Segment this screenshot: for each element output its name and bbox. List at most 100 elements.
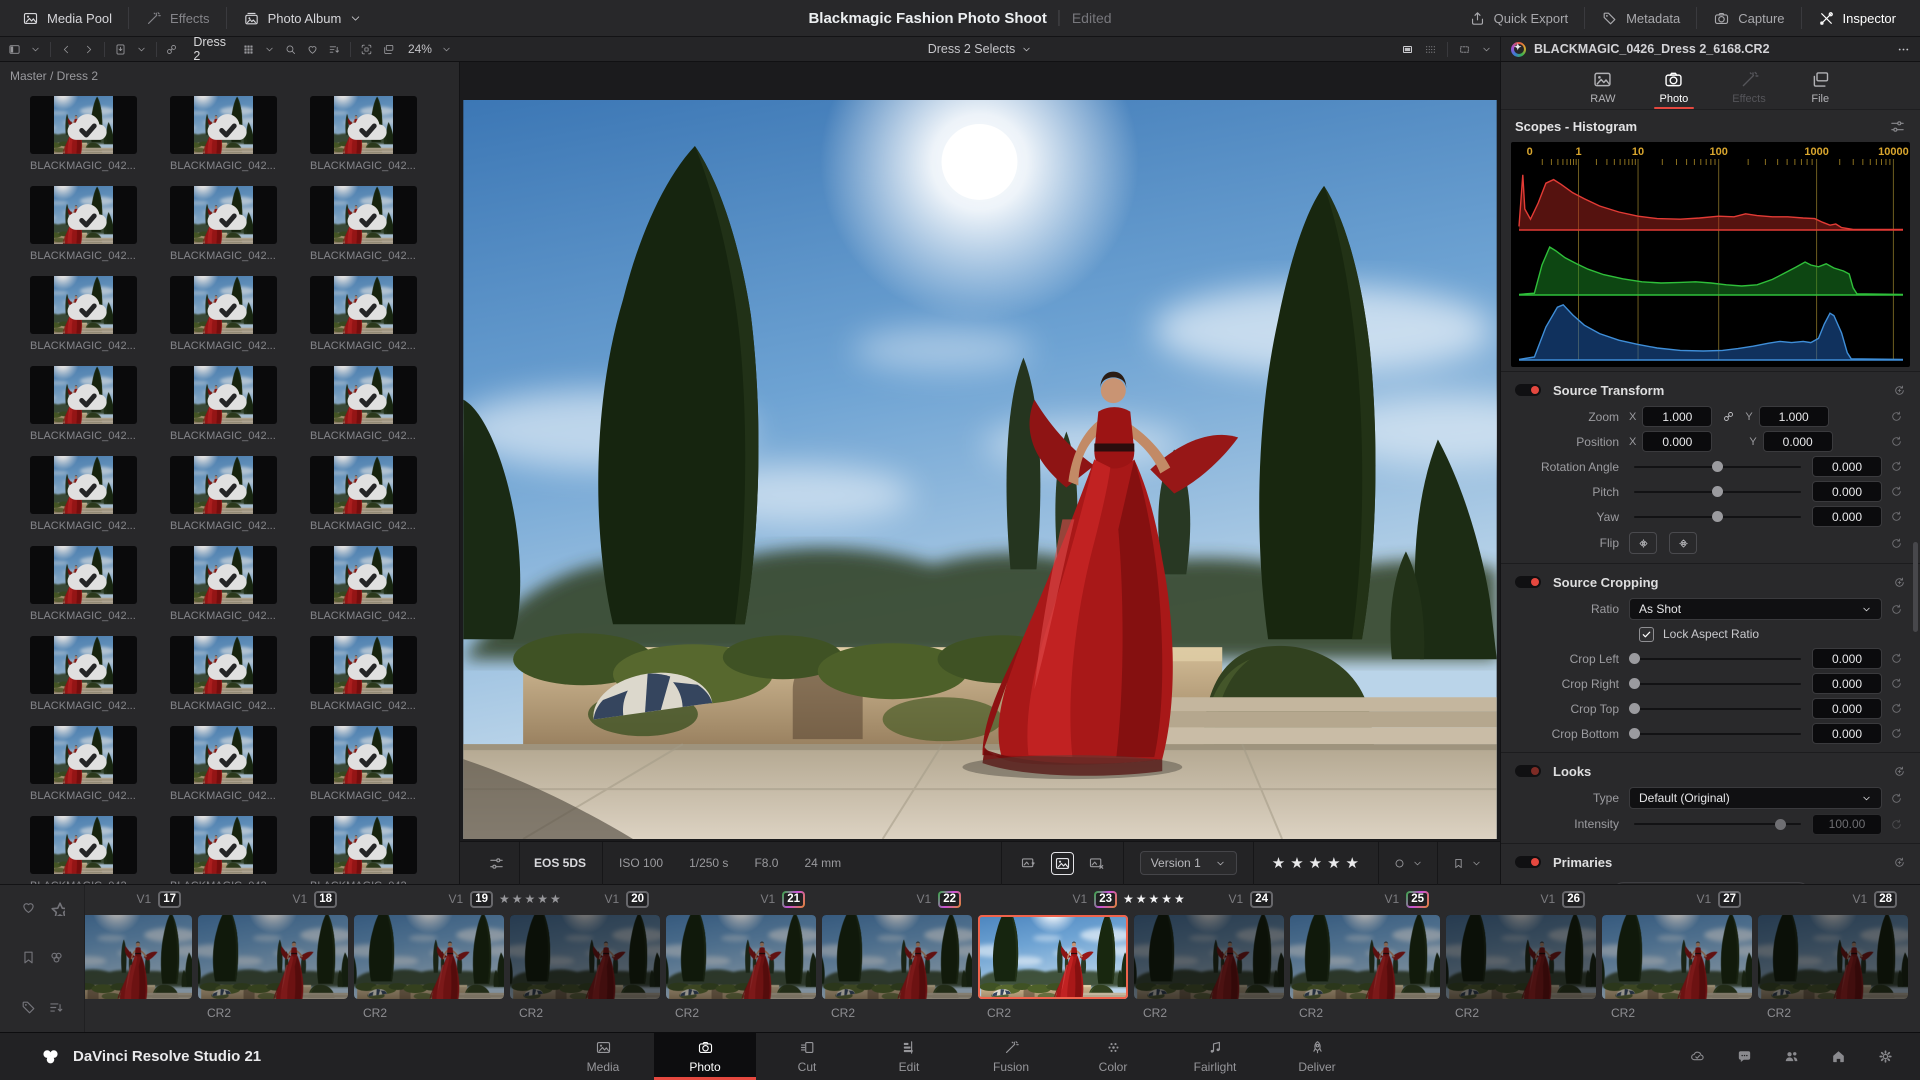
filmstrip-clip[interactable]: V1 18 CR2 [195,885,351,1032]
library-thumbnail[interactable] [310,636,417,694]
source-transform-toggle[interactable] [1515,384,1541,396]
yaw-field[interactable]: 0.000 [1812,506,1882,527]
library-thumbnail-item[interactable]: BLACKMAGIC_042... [30,546,137,622]
single-view-button[interactable] [1401,43,1414,56]
library-thumbnail-item[interactable]: BLACKMAGIC_042... [30,366,137,442]
rotation-angle-slider[interactable] [1634,461,1801,472]
quick-export-button[interactable]: Quick Export [1453,0,1584,36]
reset-section-icon[interactable] [1893,856,1906,869]
library-thumbnail-item[interactable]: BLACKMAGIC_042... [170,276,277,352]
library-thumbnail[interactable] [170,636,277,694]
library-thumbnail-item[interactable]: BLACKMAGIC_042... [310,276,417,352]
filmstrip-clip[interactable]: V1 23 ★★★★★ CR2 [975,885,1185,1032]
home-icon[interactable] [1830,1048,1847,1065]
version-selector[interactable]: Version 1 [1139,851,1237,875]
pick-reject-icon[interactable] [1088,855,1105,872]
page-tab-edit[interactable]: Edit [858,1033,960,1080]
library-thumbnail-item[interactable]: BLACKMAGIC_042... [170,456,277,532]
crop-bottom-field[interactable]: 0.000 [1812,723,1882,744]
clip-number-badge[interactable]: 19 [470,890,493,908]
library-thumbnail[interactable] [30,546,137,604]
clip-number-badge[interactable]: 28 [1874,890,1897,908]
page-tab-cut[interactable]: Cut [756,1033,858,1080]
library-thumbnail[interactable] [30,456,137,514]
zoom-x-field[interactable]: 1.000 [1642,406,1713,427]
crop-top-field[interactable]: 0.000 [1812,698,1882,719]
page-tab-media[interactable]: Media [552,1033,654,1080]
library-thumbnail[interactable] [30,816,137,874]
crop-right-field[interactable]: 0.000 [1812,673,1882,694]
enhance-icon[interactable]: ✦ [1511,41,1526,57]
library-thumbnail[interactable] [310,276,417,334]
library-thumbnail-item[interactable]: BLACKMAGIC_042... [30,816,137,884]
reset-row-icon[interactable] [1890,702,1908,715]
clip-thumbnail[interactable] [1134,915,1284,999]
fit-zoom-icon[interactable] [1458,43,1471,56]
reset-row-icon[interactable] [1890,510,1908,523]
crop-preview-icon[interactable] [360,43,373,56]
capture-button[interactable]: Capture [1697,0,1800,36]
library-thumbnail-item[interactable]: BLACKMAGIC_042... [170,546,277,622]
sort-icon[interactable] [48,999,65,1016]
library-thumbnail[interactable] [310,186,417,244]
pitch-field[interactable]: 0.000 [1812,481,1882,502]
flip-horizontal-button[interactable] [1629,532,1657,554]
pick-keep-button[interactable] [1050,851,1074,875]
favorite-filter-icon[interactable] [306,43,319,56]
reset-row-icon[interactable] [1890,485,1908,498]
reset-row-icon[interactable] [1890,460,1908,473]
library-thumbnail[interactable] [310,726,417,784]
position-y-field[interactable]: 0.000 [1762,431,1833,452]
look-intensity-field[interactable]: 100.00 [1812,813,1882,835]
yaw-slider[interactable] [1634,511,1801,522]
filmstrip-clip[interactable]: V1 20 CR2 [507,885,663,1032]
clip-thumbnail[interactable] [666,915,816,999]
library-thumbnail[interactable] [170,456,277,514]
media-pool-button[interactable]: Media Pool [6,0,128,36]
clip-number-badge[interactable]: 17 [158,890,181,908]
filmstrip-clip[interactable]: V1 28 CR2 [1755,885,1911,1032]
clip-thumbnail[interactable] [822,915,972,999]
crop-top-slider[interactable] [1628,703,1801,714]
auto-balance-button[interactable]: Auto Balance [1610,882,1811,884]
library-thumbnail-item[interactable]: BLACKMAGIC_042... [30,276,137,352]
clip-thumbnail[interactable] [354,915,504,999]
filmstrip-clip[interactable]: V1 27 CR2 [1599,885,1755,1032]
chevron-down-icon[interactable] [1412,858,1423,869]
clip-thumbnail[interactable] [198,915,348,999]
pick-favorite-icon[interactable] [1020,855,1037,872]
inspector-button[interactable]: Inspector [1802,0,1912,36]
flag-icon[interactable] [1452,857,1465,870]
crop-bottom-slider[interactable] [1628,728,1801,739]
cloud-sync-icon[interactable] [1689,1048,1706,1065]
crop-right-slider[interactable] [1628,678,1801,689]
library-thumbnail-item[interactable]: BLACKMAGIC_042... [30,186,137,262]
library-thumbnail[interactable] [30,186,137,244]
link-xy-icon[interactable] [1722,410,1735,423]
clip-number-badge[interactable]: 20 [626,890,649,908]
keyword-filter-icon[interactable] [20,999,37,1016]
adjustments-icon[interactable] [488,855,505,872]
page-tab-color[interactable]: Color [1062,1033,1164,1080]
filmstrip-clip[interactable]: V1 22 CR2 [819,885,975,1032]
look-type-dropdown[interactable]: Default (Original) [1629,787,1882,809]
filmstrip-clip[interactable]: V1 26 CR2 [1443,885,1599,1032]
library-thumbnail[interactable] [170,546,277,604]
scope-settings-icon[interactable] [1889,118,1906,135]
clip-thumbnail[interactable] [1290,915,1440,999]
collaboration-icon[interactable] [1783,1048,1800,1065]
grid-view-icon[interactable] [242,43,255,56]
collection-selector[interactable]: Dress 2 Selects [928,42,1033,56]
reset-row-icon[interactable] [1890,727,1908,740]
look-intensity-slider[interactable] [1634,818,1801,830]
photo-album-button[interactable]: Photo Album [227,0,379,36]
search-icon[interactable] [284,43,297,56]
reset-row-icon[interactable] [1890,603,1908,616]
lock-aspect-ratio-checkbox[interactable] [1639,626,1654,642]
clip-thumbnail[interactable] [1602,915,1752,999]
favorite-filter-icon[interactable] [20,899,37,916]
library-thumbnail-item[interactable]: BLACKMAGIC_042... [310,366,417,442]
breadcrumb[interactable]: Master / Dress 2 [0,62,459,88]
tab-file[interactable]: File [1806,62,1835,109]
library-thumbnail-item[interactable]: BLACKMAGIC_042... [310,546,417,622]
